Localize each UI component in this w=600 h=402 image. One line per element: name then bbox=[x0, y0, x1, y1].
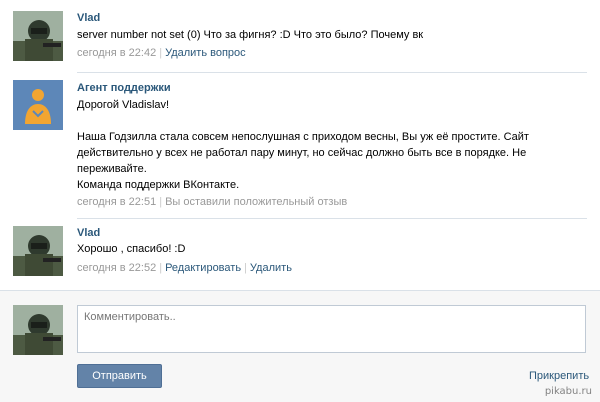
divider bbox=[77, 218, 587, 219]
author-avatar[interactable] bbox=[13, 11, 63, 61]
delete-question-link[interactable]: Удалить вопрос bbox=[165, 47, 246, 59]
message-author[interactable]: Vlad bbox=[77, 12, 100, 24]
divider bbox=[77, 72, 587, 73]
soldier-avatar-icon bbox=[13, 11, 63, 61]
attach-link[interactable]: Прикрепить bbox=[529, 370, 589, 382]
message-signature: Команда поддержки ВКонтакте. bbox=[77, 179, 240, 191]
message-meta: сегодня в 22:52 | Редактировать | Удалить bbox=[77, 262, 292, 274]
author-avatar[interactable] bbox=[13, 80, 63, 130]
watermark: pikabu.ru bbox=[544, 386, 592, 397]
author-avatar[interactable] bbox=[13, 226, 63, 276]
message-time[interactable]: сегодня в 22:51 bbox=[77, 196, 156, 208]
message-time[interactable]: сегодня в 22:42 bbox=[77, 47, 156, 59]
send-button[interactable]: Отправить bbox=[77, 364, 162, 388]
message-meta: сегодня в 22:42 | Удалить вопрос bbox=[77, 47, 246, 59]
comment-input[interactable]: Комментировать.. bbox=[77, 305, 586, 353]
message-time[interactable]: сегодня в 22:52 bbox=[77, 262, 156, 274]
message-author[interactable]: Vlad bbox=[77, 227, 100, 239]
soldier-avatar-icon bbox=[13, 305, 63, 355]
message-greeting: Дорогой Vladislav! bbox=[77, 99, 170, 111]
feedback-status: Вы оставили положительный отзыв bbox=[165, 196, 348, 208]
message-text: server number not set (0) Что за фигня? … bbox=[77, 29, 424, 41]
message-text: Хорошо , спасибо! :D bbox=[77, 243, 186, 255]
message-meta: сегодня в 22:51 | Вы оставили положительны… bbox=[77, 196, 348, 208]
edit-link[interactable]: Редактировать bbox=[165, 262, 241, 274]
message-author[interactable]: Агент поддержки bbox=[77, 82, 171, 94]
delete-link[interactable]: Удалить bbox=[250, 262, 292, 274]
current-user-avatar[interactable] bbox=[13, 305, 63, 355]
message-text: Наша Годзилла стала совсем непослушная с… bbox=[77, 131, 529, 175]
soldier-avatar-icon bbox=[13, 226, 63, 276]
support-agent-avatar-icon bbox=[13, 80, 63, 130]
